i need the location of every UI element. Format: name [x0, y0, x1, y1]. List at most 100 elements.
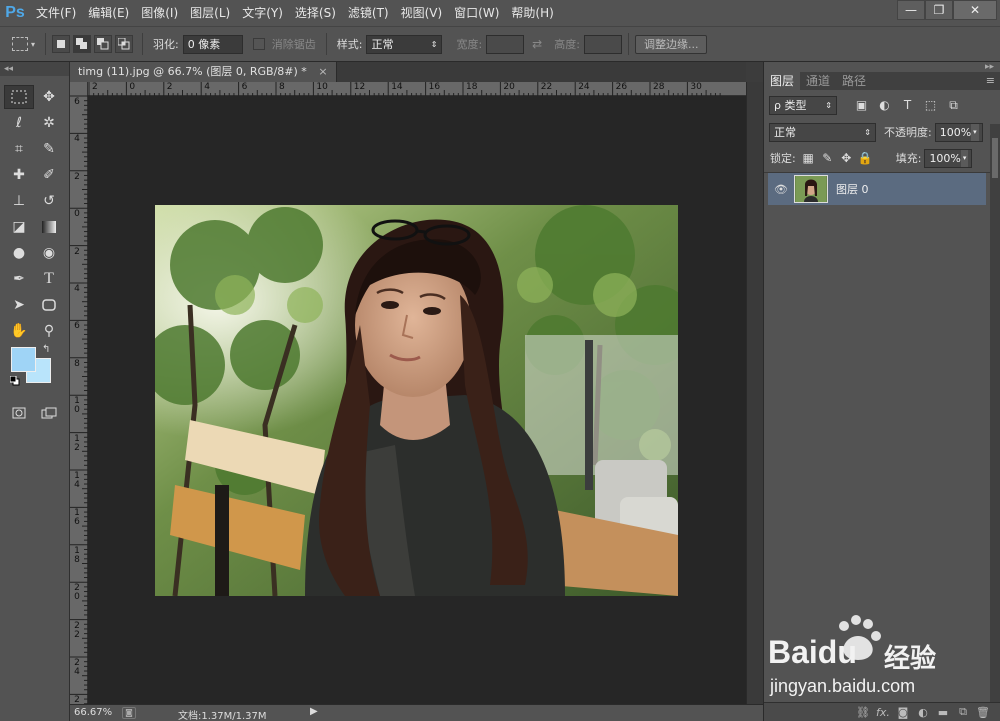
antialias-checkbox[interactable] — [252, 38, 265, 50]
filter-shape-icon[interactable]: ⬚ — [922, 97, 939, 114]
magic-wand-tool-icon[interactable]: ✲ — [34, 111, 64, 135]
new-group-icon[interactable]: ▬ — [933, 706, 953, 719]
close-tab-icon[interactable]: × — [318, 65, 327, 78]
minimize-button[interactable]: — — [897, 0, 925, 20]
lock-image-icon[interactable]: ✎ — [819, 150, 836, 167]
intersect-selection-icon[interactable] — [115, 35, 134, 53]
tab-layers[interactable]: 图层 — [764, 72, 801, 90]
style-select[interactable]: 正常 ⇕ — [366, 34, 443, 54]
ruler-top-label: 10 — [316, 82, 328, 92]
canvas-area[interactable] — [88, 96, 746, 704]
filter-smart-object-icon[interactable]: ⧉ — [945, 97, 962, 114]
panel-menu-icon[interactable]: ≡ — [986, 72, 1000, 90]
blend-mode-select[interactable]: 正常 ⇕ — [769, 122, 876, 142]
foreground-color-swatch[interactable] — [11, 347, 36, 372]
menu-window[interactable]: 窗口(W) — [448, 0, 505, 26]
lock-position-icon[interactable]: ✥ — [838, 150, 855, 167]
swap-colors-icon[interactable]: ↰ — [42, 344, 50, 355]
refine-edge-button[interactable]: 调整边缘... — [634, 34, 708, 54]
hand-tool-icon[interactable]: ✋ — [4, 319, 34, 343]
panel-scroll-thumb[interactable] — [992, 138, 998, 178]
watermark-url: jingyan.baidu.com — [770, 676, 916, 696]
new-layer-icon[interactable]: ⧉ — [953, 705, 973, 719]
brush-tool-icon[interactable]: ✐ — [34, 163, 64, 187]
blur-tool-icon[interactable]: ● — [4, 241, 34, 265]
menu-layer[interactable]: 图层(L) — [184, 0, 236, 26]
add-selection-icon[interactable] — [73, 35, 92, 53]
ruler-top-label: 28 — [653, 82, 665, 92]
quick-mask-icon[interactable] — [4, 401, 34, 425]
options-bar: ▾ 羽化: 0 像素 消除锯齿 样式: 正常 ⇕ 宽度: ⇄ 高度: 调整边缘.… — [0, 26, 1000, 62]
layer-mask-icon[interactable]: ◙ — [893, 706, 913, 719]
ruler-top-label: 18 — [466, 82, 478, 92]
default-colors-icon[interactable] — [9, 375, 20, 386]
layer-filter-select[interactable]: ρ 类型 ⇕ — [769, 95, 837, 115]
ruler-top-label: 26 — [615, 82, 628, 92]
path-selection-tool-icon[interactable]: ➤ — [4, 293, 34, 317]
panel-footer: ⛓ fx. ◙ ◐ ▬ ⧉ 🗑 — [764, 702, 1000, 721]
lock-transparent-icon[interactable]: ▦ — [800, 150, 817, 167]
link-layers-icon[interactable]: ⛓ — [853, 706, 873, 719]
delete-layer-icon[interactable]: 🗑 — [973, 706, 993, 719]
menu-type[interactable]: 文字(Y) — [236, 0, 289, 26]
type-tool-icon[interactable]: T — [34, 267, 64, 291]
ruler-left-label: 14 — [74, 471, 80, 490]
fill-input[interactable]: 100% ▾ — [924, 148, 973, 168]
crop-tool-icon[interactable]: ⌗ — [4, 137, 34, 161]
canvas-scrollbar[interactable] — [746, 82, 763, 704]
fx-icon[interactable]: fx. — [873, 706, 893, 719]
menu-file[interactable]: 文件(F) — [30, 0, 82, 26]
chevron-down-icon[interactable]: ▾ — [31, 40, 35, 49]
chevron-down-icon[interactable]: ▾ — [971, 123, 979, 141]
filter-adjustment-icon[interactable]: ◐ — [876, 97, 893, 114]
screen-mode-icon[interactable] — [34, 401, 64, 425]
filter-pixel-icon[interactable]: ▣ — [853, 97, 870, 114]
document-tab[interactable]: timg (11).jpg @ 66.7% (图层 0, RGB/8#) * × — [70, 62, 337, 82]
status-menu-arrow-icon[interactable]: ▶ — [310, 706, 318, 717]
filter-type-icon[interactable]: T — [899, 97, 916, 114]
menu-select[interactable]: 选择(S) — [289, 0, 342, 26]
rectangular-marquee-tool-icon[interactable] — [4, 85, 34, 109]
feather-input[interactable]: 0 像素 — [182, 34, 243, 54]
zoom-tool-icon[interactable]: ⚲ — [34, 319, 64, 343]
lock-all-icon[interactable]: 🔒 — [857, 150, 874, 167]
history-brush-tool-icon[interactable]: ↺ — [34, 189, 64, 213]
watermark-brand-cn: 经验 — [884, 644, 937, 674]
gradient-tool-icon[interactable] — [34, 215, 64, 239]
new-selection-icon[interactable] — [52, 35, 71, 53]
lock-label: 锁定: — [770, 152, 796, 165]
shape-tool-icon[interactable] — [34, 293, 64, 317]
layer-name[interactable]: 图层 0 — [836, 181, 869, 197]
subtract-selection-icon[interactable] — [94, 35, 113, 53]
marquee-preset-icon[interactable] — [12, 37, 28, 51]
tab-channels[interactable]: 通道 — [800, 72, 836, 90]
eye-icon[interactable]: 👁 — [768, 183, 794, 196]
restore-button[interactable]: ❐ — [925, 0, 953, 20]
zoom-level[interactable]: 66.67% — [74, 707, 112, 718]
menu-image[interactable]: 图像(I) — [135, 0, 184, 26]
dodge-tool-icon[interactable]: ◉ — [34, 241, 64, 265]
healing-brush-tool-icon[interactable]: ✚ — [4, 163, 34, 187]
opacity-input[interactable]: 100% ▾ — [934, 122, 983, 142]
new-adjustment-icon[interactable]: ◐ — [913, 706, 933, 719]
layer-row[interactable]: 👁 图层 0 — [768, 173, 986, 205]
eyedropper-tool-icon[interactable]: ✎ — [34, 137, 64, 161]
ruler-left-label: 2 — [74, 171, 80, 182]
toolbox-collapse-icon[interactable]: ◂◂ — [0, 62, 69, 76]
tab-paths[interactable]: 路径 — [836, 72, 872, 90]
panel-collapse-icon[interactable]: ▸▸ — [985, 62, 994, 72]
menu-help[interactable]: 帮助(H) — [505, 0, 559, 26]
clone-stamp-tool-icon[interactable]: ⊥ — [4, 189, 34, 213]
photo-portrait-woman[interactable] — [155, 205, 678, 596]
eraser-tool-icon[interactable]: ◪ — [4, 215, 34, 239]
close-window-button[interactable]: ✕ — [953, 0, 997, 20]
menu-filter[interactable]: 滤镜(T) — [342, 0, 395, 26]
pen-tool-icon[interactable]: ✒ — [4, 267, 34, 291]
proof-icon[interactable]: ◙ — [122, 707, 136, 719]
document-title: timg (11).jpg @ 66.7% (图层 0, RGB/8#) * — [78, 65, 307, 78]
menu-edit[interactable]: 编辑(E) — [82, 0, 135, 26]
chevron-down-icon[interactable]: ▾ — [960, 149, 969, 167]
move-tool-icon[interactable]: ✥ — [34, 85, 64, 109]
menu-view[interactable]: 视图(V) — [395, 0, 449, 26]
lasso-tool-icon[interactable]: ℓ — [4, 111, 34, 135]
